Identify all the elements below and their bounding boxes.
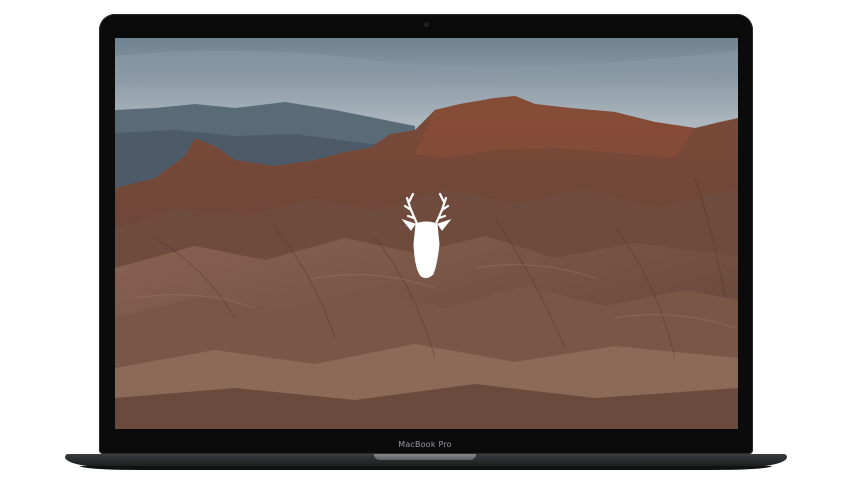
desktop-screen xyxy=(115,38,738,429)
laptop-mockup: MacBook Pro xyxy=(0,0,850,499)
laptop-opening-notch xyxy=(374,454,476,460)
camera-icon xyxy=(424,22,429,27)
device-brand-label: MacBook Pro xyxy=(398,440,452,449)
laptop-base-edge xyxy=(80,466,772,470)
desktop-wallpaper xyxy=(115,38,738,429)
